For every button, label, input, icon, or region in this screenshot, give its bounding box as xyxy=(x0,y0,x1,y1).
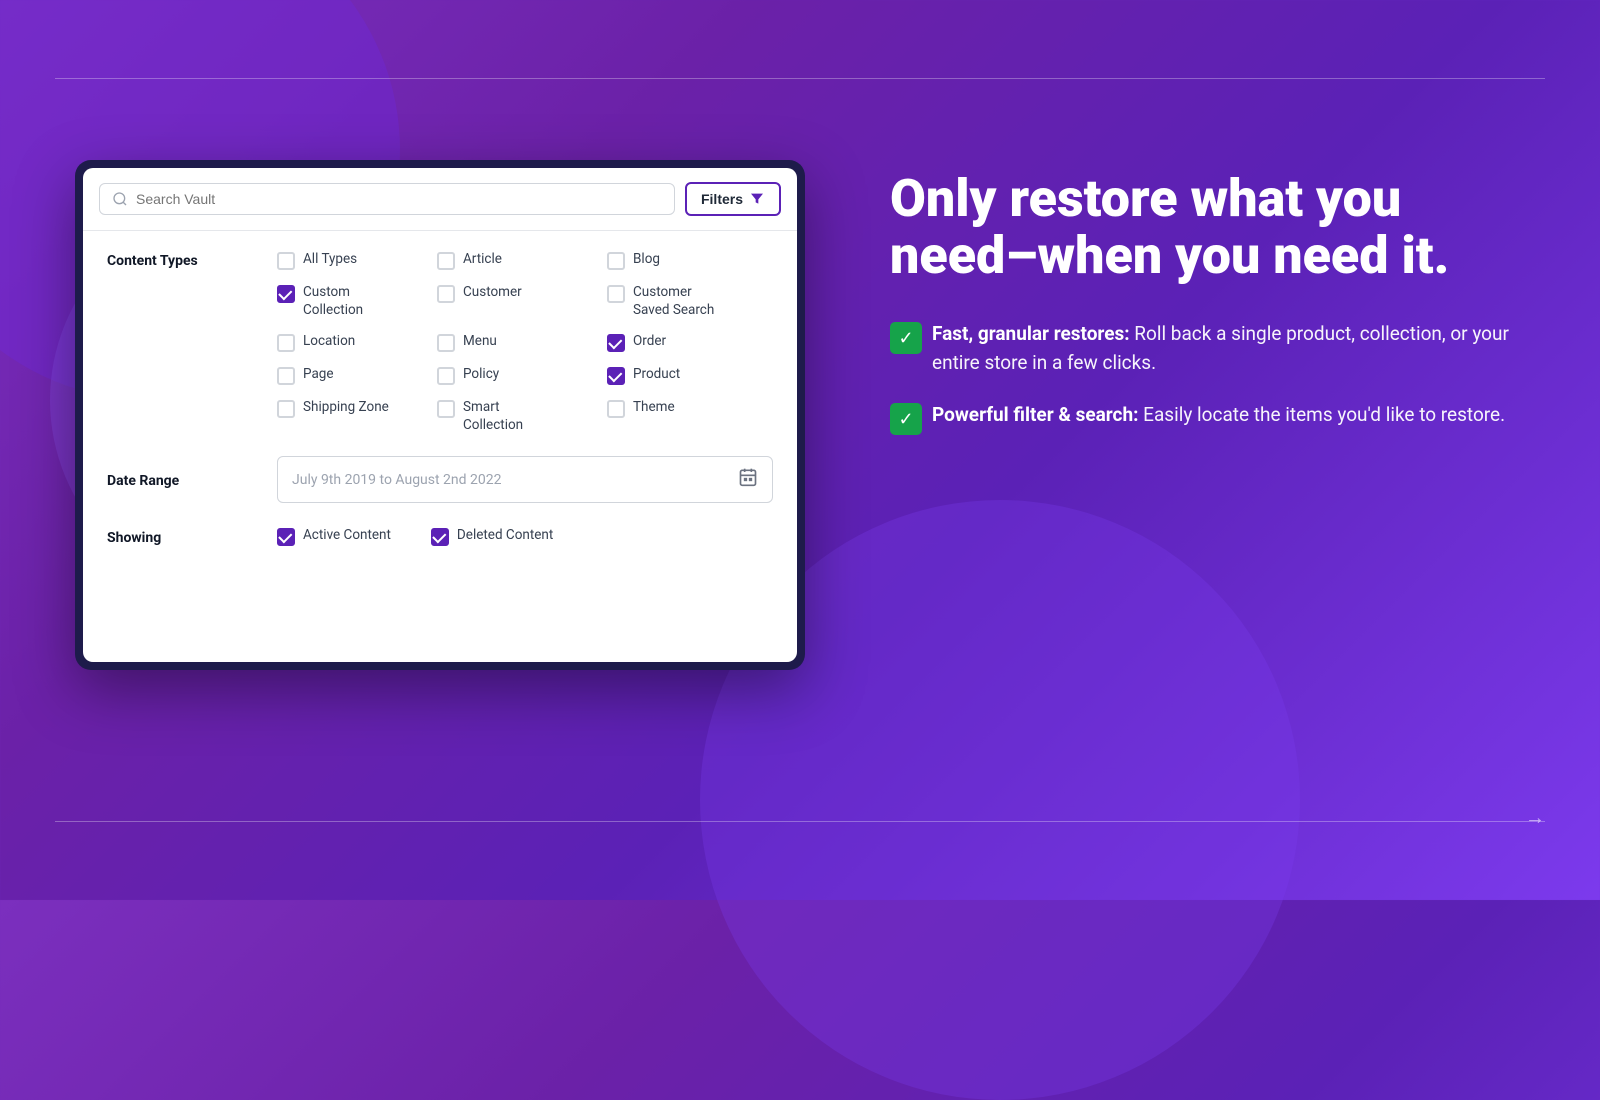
cb-product[interactable] xyxy=(607,367,625,385)
cb-blog[interactable] xyxy=(607,252,625,270)
date-range-value: July 9th 2019 to August 2nd 2022 xyxy=(292,472,502,488)
filter-panel-container: Filters Content Types All Types xyxy=(75,160,805,670)
cb-label-order: Order xyxy=(633,333,666,351)
content-types-section: Content Types All Types Article Blog xyxy=(107,251,773,434)
cb-label-smart-collection: SmartCollection xyxy=(463,399,523,434)
cb-order[interactable] xyxy=(607,334,625,352)
cb-article[interactable] xyxy=(437,252,455,270)
cb-all-types[interactable] xyxy=(277,252,295,270)
checkbox-page[interactable]: Page xyxy=(277,366,437,385)
checkbox-blog[interactable]: Blog xyxy=(607,251,797,270)
showing-checkboxes: Active Content Deleted Content xyxy=(277,527,773,546)
checkbox-policy[interactable]: Policy xyxy=(437,366,607,385)
bottom-divider xyxy=(55,821,1545,822)
checkbox-deleted-content[interactable]: Deleted Content xyxy=(431,527,553,546)
checkbox-menu[interactable]: Menu xyxy=(437,333,607,352)
search-icon xyxy=(112,191,128,207)
checkbox-active-content[interactable]: Active Content xyxy=(277,527,391,546)
cb-label-active-content: Active Content xyxy=(303,527,391,545)
checkbox-customer-saved-search[interactable]: CustomerSaved Search xyxy=(607,284,797,319)
cb-label-blog: Blog xyxy=(633,251,660,269)
fast-restores-bold: Fast, granular restores: xyxy=(932,322,1130,345)
checkbox-smart-collection[interactable]: SmartCollection xyxy=(437,399,607,434)
filters-button-label: Filters xyxy=(701,191,743,207)
cb-customer[interactable] xyxy=(437,285,455,303)
feature-fast-restores: ✓ Fast, granular restores: Roll back a s… xyxy=(890,320,1520,377)
checkbox-order[interactable]: Order xyxy=(607,333,797,352)
cb-label-policy: Policy xyxy=(463,366,499,384)
right-panel: Only restore what you need–when you need… xyxy=(870,150,1540,479)
checkbox-theme[interactable]: Theme xyxy=(607,399,797,434)
checkbox-article[interactable]: Article xyxy=(437,251,607,270)
cb-label-page: Page xyxy=(303,366,334,384)
checkbox-customer[interactable]: Customer xyxy=(437,284,607,319)
filter-content: Content Types All Types Article Blog xyxy=(83,231,797,582)
cb-page[interactable] xyxy=(277,367,295,385)
checkbox-location[interactable]: Location xyxy=(277,333,437,352)
showing-label: Showing xyxy=(107,528,277,546)
date-range-section: Date Range July 9th 2019 to August 2nd 2… xyxy=(107,450,773,503)
cb-label-all-types: All Types xyxy=(303,251,357,269)
cb-label-location: Location xyxy=(303,333,355,351)
cb-label-customer: Customer xyxy=(463,284,522,302)
content-types-grid: All Types Article Blog CustomCollection xyxy=(277,251,797,434)
feature-filter-search: ✓ Powerful filter & search: Easily locat… xyxy=(890,401,1520,435)
checkbox-all-types[interactable]: All Types xyxy=(277,251,437,270)
showing-section: Showing Active Content Deleted Content xyxy=(107,523,773,546)
cb-smart-collection[interactable] xyxy=(437,400,455,418)
bottom-arrow-icon: → xyxy=(1525,805,1545,830)
cb-location[interactable] xyxy=(277,334,295,352)
date-range-input[interactable]: July 9th 2019 to August 2nd 2022 xyxy=(277,456,773,503)
filter-search-text: Powerful filter & search: Easily locate … xyxy=(932,401,1505,430)
cb-active-content[interactable] xyxy=(277,528,295,546)
cb-label-theme: Theme xyxy=(633,399,675,417)
fast-restores-text: Fast, granular restores: Roll back a sin… xyxy=(932,320,1520,377)
headline: Only restore what you need–when you need… xyxy=(890,170,1520,284)
checkbox-product[interactable]: Product xyxy=(607,366,797,385)
date-range-label: Date Range xyxy=(107,471,277,489)
filters-button[interactable]: Filters xyxy=(685,182,781,216)
cb-label-custom-collection: CustomCollection xyxy=(303,284,363,319)
filter-funnel-icon xyxy=(749,191,765,207)
cb-theme[interactable] xyxy=(607,400,625,418)
calendar-icon xyxy=(738,467,758,492)
cb-policy[interactable] xyxy=(437,367,455,385)
cb-label-menu: Menu xyxy=(463,333,497,351)
fast-restores-check-icon: ✓ xyxy=(890,322,922,354)
search-bar: Filters xyxy=(83,168,797,231)
filter-search-description: Easily locate the items you'd like to re… xyxy=(1143,403,1505,426)
cb-label-product: Product xyxy=(633,366,680,384)
content-types-label: Content Types xyxy=(107,251,277,434)
cb-label-deleted-content: Deleted Content xyxy=(457,527,553,545)
cb-menu[interactable] xyxy=(437,334,455,352)
search-input[interactable] xyxy=(136,191,662,207)
cb-label-article: Article xyxy=(463,251,502,269)
cb-custom-collection[interactable] xyxy=(277,285,295,303)
checkbox-custom-collection[interactable]: CustomCollection xyxy=(277,284,437,319)
cb-customer-saved-search[interactable] xyxy=(607,285,625,303)
cb-label-customer-saved-search: CustomerSaved Search xyxy=(633,284,714,319)
filter-search-check-icon: ✓ xyxy=(890,403,922,435)
checkbox-shipping-zone[interactable]: Shipping Zone xyxy=(277,399,437,434)
cb-deleted-content[interactable] xyxy=(431,528,449,546)
search-input-wrapper[interactable] xyxy=(99,183,675,215)
cb-label-shipping-zone: Shipping Zone xyxy=(303,399,389,417)
cb-shipping-zone[interactable] xyxy=(277,400,295,418)
filter-search-bold: Powerful filter & search: xyxy=(932,403,1138,426)
top-divider xyxy=(55,78,1545,79)
filter-card: Filters Content Types All Types xyxy=(83,168,797,662)
